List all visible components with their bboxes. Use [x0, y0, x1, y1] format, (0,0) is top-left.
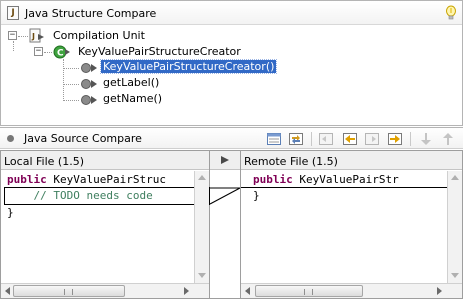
svg-text:C: C: [57, 49, 64, 59]
previous-difference-icon[interactable]: [440, 131, 456, 147]
code-line-3[interactable]: }: [7, 206, 14, 220]
java-file-icon: J: [7, 6, 19, 20]
scroll-left-arrow-icon[interactable]: [4, 287, 10, 295]
right-horizontal-scrollbar[interactable]: [241, 283, 462, 298]
next-difference-icon[interactable]: [418, 131, 434, 147]
method-icon: [81, 79, 97, 89]
source-compare-header: Java Source Compare: [0, 127, 463, 149]
scroll-grip: [304, 289, 313, 295]
source-compare-icon: [7, 135, 14, 142]
toolbar-separator: [410, 132, 411, 146]
code-text: KeyValuePairStruc: [46, 173, 166, 186]
scroll-grip: [64, 289, 73, 295]
tree-connector: [44, 52, 52, 53]
method-icon: [81, 63, 97, 73]
code-line-1[interactable]: public KeyValuePairStr: [253, 173, 399, 187]
method-icon: [81, 95, 97, 105]
right-vertical-scrollbar[interactable]: [447, 171, 462, 284]
show-ancestor-icon[interactable]: [266, 131, 282, 147]
collapse-toggle-compilation-unit[interactable]: −: [8, 31, 17, 40]
code-line-1[interactable]: public KeyValuePairStruc: [7, 173, 166, 187]
diff-connector-line: [210, 187, 240, 205]
scroll-down-arrow-icon[interactable]: [451, 273, 459, 279]
scroll-right-arrow-icon[interactable]: [437, 287, 443, 295]
code-line-2-comment[interactable]: // TODO needs code: [7, 189, 152, 203]
copy-all-to-right-icon[interactable]: [364, 131, 380, 147]
scroll-left-arrow-icon[interactable]: [244, 287, 250, 295]
toolbar-separator: [311, 132, 312, 146]
remote-file-title: Remote File (1.5): [241, 151, 462, 170]
scroll-down-arrow-icon[interactable]: [198, 273, 206, 279]
right-scroll-thumb[interactable]: [255, 285, 363, 297]
copy-current-change-to-left-icon[interactable]: [342, 131, 358, 147]
scroll-up-arrow-icon[interactable]: [451, 174, 459, 180]
source-compare-title: Java Source Compare: [24, 132, 142, 145]
tree-item-compilation-unit[interactable]: Compilation Unit: [53, 29, 145, 42]
remote-file-pane[interactable]: Remote File (1.5) public KeyValuePairStr…: [240, 150, 463, 299]
tree-item-constructor[interactable]: KeyValuePairStructureCreator(): [99, 59, 278, 74]
structure-compare-header: J Java Structure Compare: [1, 1, 462, 25]
tree-connector: [63, 100, 79, 101]
scroll-up-arrow-icon[interactable]: [198, 174, 206, 180]
copy-to-right-arrow-icon[interactable]: [220, 155, 230, 165]
tree-item-getlabel[interactable]: getLabel(): [103, 76, 159, 89]
tree-connector: [18, 36, 28, 37]
tree-connector: [13, 41, 14, 51]
swap-sides-icon[interactable]: [288, 131, 304, 147]
lightbulb-icon[interactable]: [445, 5, 457, 21]
copy-all-to-left-icon[interactable]: [318, 131, 334, 147]
class-icon: C: [53, 45, 70, 59]
tree-connector: [63, 68, 79, 69]
code-text: KeyValuePairStr: [292, 173, 399, 186]
diff-gutter: [210, 150, 240, 299]
compilation-unit-icon: J: [29, 28, 44, 43]
changed-line-marker: [241, 187, 462, 188]
copy-current-change-to-right-icon[interactable]: [387, 131, 403, 147]
svg-text:J: J: [31, 32, 35, 41]
keyword: public: [7, 173, 47, 186]
tree-item-class[interactable]: KeyValuePairStructureCreator: [78, 45, 241, 58]
collapse-toggle-class[interactable]: −: [34, 47, 43, 56]
left-horizontal-scrollbar[interactable]: [1, 283, 209, 298]
keyword: public: [253, 173, 293, 186]
local-file-pane[interactable]: Local File (1.5) public KeyValuePairStru…: [0, 150, 210, 299]
tree-connector: [63, 84, 79, 85]
tree-item-getname[interactable]: getName(): [103, 92, 162, 105]
code-line-2[interactable]: }: [253, 189, 260, 203]
scroll-right-arrow-icon[interactable]: [184, 287, 190, 295]
structure-compare-panel: J Java Structure Compare − J Compilation…: [0, 0, 463, 126]
left-vertical-scrollbar[interactable]: [194, 171, 209, 284]
structure-compare-title: Java Structure Compare: [25, 7, 157, 20]
left-scroll-thumb[interactable]: [13, 285, 125, 297]
tree-connector: [63, 59, 64, 101]
local-file-title: Local File (1.5): [1, 151, 209, 170]
